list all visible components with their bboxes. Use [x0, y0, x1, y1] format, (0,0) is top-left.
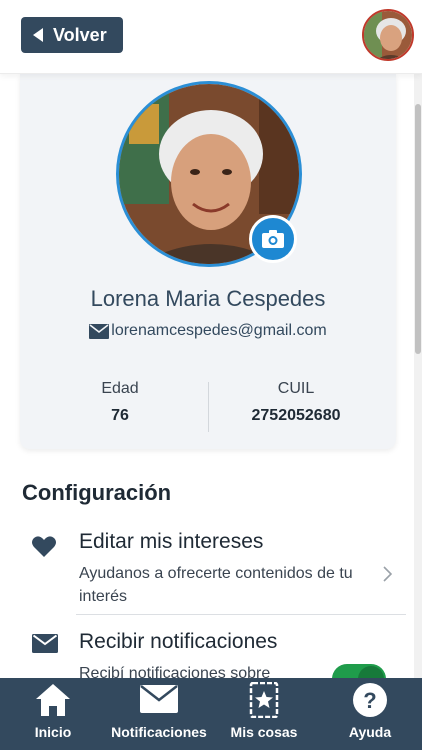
config-section-title: Configuración — [22, 480, 172, 505]
envelope-icon — [32, 634, 58, 653]
nav-label: Inicio — [34, 724, 72, 740]
nav-label: Mis cosas — [230, 724, 298, 740]
config-item-title: Recibir notificaciones — [79, 630, 278, 653]
config-item-notifications[interactable]: Recibir notificaciones Recibí notificaci… — [22, 630, 406, 678]
profile-name: Lorena Maria Cespedes — [90, 286, 326, 311]
stat-value: 2752052680 — [251, 407, 341, 424]
svg-text:?: ? — [363, 688, 376, 713]
config-separator — [76, 614, 406, 615]
back-button[interactable]: Volver — [21, 17, 123, 53]
profile-card: Lorena Maria Cespedes lorenamcespedes@gm… — [20, 74, 396, 449]
help-icon: ? — [353, 683, 387, 717]
avatar-photo — [364, 11, 412, 59]
envelope-icon — [140, 685, 178, 713]
envelope-icon — [89, 323, 110, 339]
stat-edad: Edad 76 — [26, 380, 214, 425]
scrollbar-thumb[interactable] — [415, 104, 421, 354]
profile-email-row: lorenamcespedes@gmail.com — [20, 322, 396, 340]
profile-email: lorenamcespedes@gmail.com — [111, 322, 327, 339]
nav-label: Notificaciones — [111, 724, 207, 740]
stat-value: 76 — [111, 407, 129, 424]
profile-page: Volver Lorena Maria Cespedes lorenamcesp… — [0, 0, 422, 750]
config-item-description: Recibí notificaciones sobre — [79, 665, 271, 678]
stat-cuil: CUIL 2752052680 — [202, 380, 390, 425]
camera-icon — [262, 230, 284, 248]
chevron-right-icon — [383, 566, 392, 582]
change-photo-button[interactable] — [249, 215, 297, 263]
top-bar: Volver — [0, 0, 422, 74]
back-arrow-icon — [33, 28, 43, 42]
stat-label: Edad — [101, 380, 139, 397]
toggle-knob — [358, 666, 384, 678]
config-item-description: Ayudanos a ofrecerte contenidos de tu in… — [79, 565, 353, 605]
notifications-toggle[interactable] — [332, 664, 386, 678]
back-button-label: Volver — [53, 24, 107, 45]
home-icon — [36, 684, 70, 716]
star-bookmark-icon — [249, 682, 279, 718]
bottom-navigation: Inicio Notificaciones Mis cosas ? Ayuda — [0, 678, 422, 750]
config-item-interests[interactable]: Editar mis intereses Ayudanos a ofrecert… — [22, 530, 406, 610]
nav-item-notificaciones[interactable]: Notificaciones — [104, 678, 214, 750]
config-item-title: Editar mis intereses — [79, 530, 264, 553]
scroll-content[interactable]: Lorena Maria Cespedes lorenamcespedes@gm… — [0, 74, 414, 678]
nav-item-ayuda[interactable]: ? Ayuda — [336, 678, 404, 750]
heart-icon — [32, 536, 56, 557]
nav-label: Ayuda — [348, 724, 392, 740]
profile-stats: Edad 76 CUIL 2752052680 — [20, 380, 396, 436]
nav-item-mis-cosas[interactable]: Mis cosas — [226, 678, 302, 750]
stat-label: CUIL — [277, 380, 315, 397]
nav-item-inicio[interactable]: Inicio — [14, 678, 92, 750]
user-avatar[interactable] — [362, 9, 414, 61]
